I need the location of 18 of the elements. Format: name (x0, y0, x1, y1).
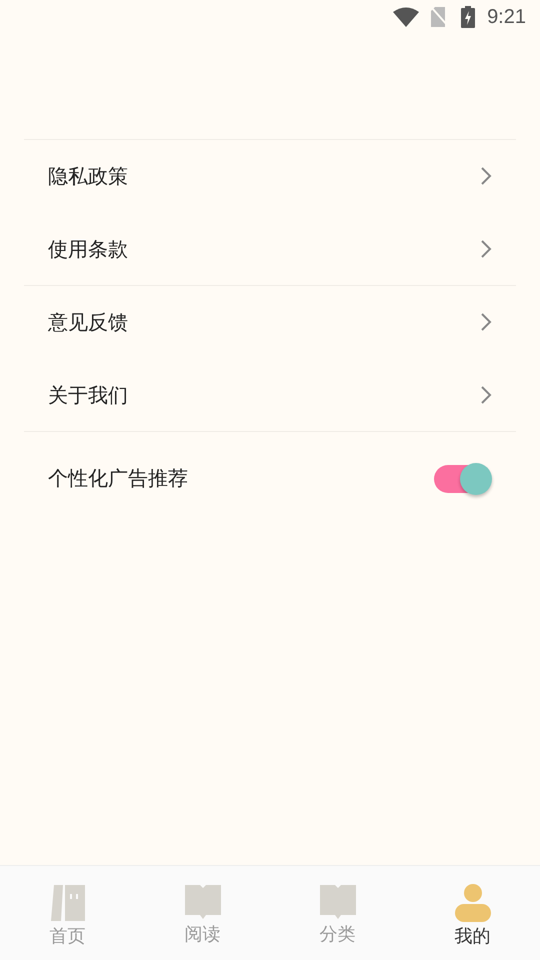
settings-item[interactable]: 关于我们 (24, 359, 516, 432)
battery-charging-icon (461, 6, 476, 28)
nav-tab[interactable]: 我的 (405, 866, 540, 960)
setting-label: 个性化广告推荐 (48, 465, 188, 492)
open-book-icon (184, 884, 222, 920)
clock-time: 9:21 (487, 6, 526, 28)
settings-item[interactable]: 使用条款 (24, 213, 516, 286)
bookshelf-icon (48, 884, 86, 922)
chevron-right-icon (480, 312, 492, 332)
chevron-right-icon (480, 239, 492, 259)
chevron-right-icon (480, 385, 492, 405)
wifi-icon (393, 7, 420, 27)
user-icon (454, 884, 492, 922)
toggle-switch[interactable] (434, 462, 492, 494)
settings-item[interactable]: 意见反馈 (24, 286, 516, 359)
chevron-right-icon (480, 166, 492, 186)
open-book-icon (318, 884, 356, 920)
settings-item[interactable]: 隐私政策 (24, 140, 516, 213)
